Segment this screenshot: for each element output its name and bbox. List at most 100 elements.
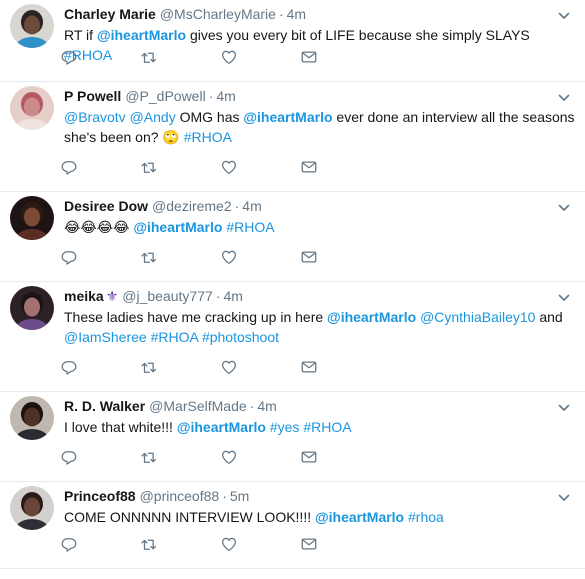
reply-icon: [60, 358, 78, 376]
like-icon: [220, 48, 238, 66]
timestamp[interactable]: 5m: [230, 487, 249, 505]
tweet[interactable]: Princeof88 @princeof88 · 5m COME ONNNNN INTE…: [0, 482, 585, 569]
dm-button[interactable]: [300, 247, 380, 267]
chevron-down-icon[interactable]: [558, 90, 570, 101]
reply-button[interactable]: [60, 447, 140, 467]
retweet-button[interactable]: [140, 447, 220, 467]
tweet[interactable]: Desiree Dow @dezireme2 · 4m 😂😂😂😂 @iheartMarl…: [0, 192, 585, 282]
user-handle[interactable]: @princeof88: [140, 487, 220, 505]
retweet-button[interactable]: [140, 157, 220, 177]
retweet-button[interactable]: [140, 47, 220, 67]
user-handle[interactable]: @P_dPowell: [125, 87, 205, 105]
like-icon: [220, 158, 238, 176]
mention-link[interactable]: @iheartMarlo: [133, 219, 222, 235]
timestamp[interactable]: 4m: [216, 87, 235, 105]
mention-link[interactable]: @Andy: [130, 109, 176, 125]
hashtag-link[interactable]: #RHOA: [184, 129, 232, 145]
tweet-text: 😂😂😂😂 @iheartMarlo #RHOA: [64, 217, 575, 237]
dm-icon: [300, 48, 318, 66]
avatar[interactable]: [10, 86, 54, 130]
retweet-button[interactable]: [140, 534, 220, 554]
chevron-down-icon[interactable]: [558, 490, 570, 501]
mention-link[interactable]: @iheartMarlo: [315, 509, 404, 525]
tweet-header: R. D. Walker @MarSelfMade · 4m: [64, 397, 575, 415]
hashtag-link[interactable]: #yes: [270, 419, 300, 435]
mention-link[interactable]: @iheartMarlo: [177, 419, 266, 435]
chevron-down-icon[interactable]: [558, 400, 570, 411]
mention-link[interactable]: @iheartMarlo: [327, 309, 416, 325]
tweet[interactable]: P Powell @P_dPowell · 4m @Bravotv @Andy OMG …: [0, 82, 585, 192]
reply-button[interactable]: [60, 157, 140, 177]
timestamp[interactable]: 4m: [287, 5, 306, 23]
tweet-header: Desiree Dow @dezireme2 · 4m: [64, 197, 575, 215]
display-name[interactable]: P Powell: [64, 87, 121, 105]
avatar[interactable]: [10, 286, 54, 330]
tweet-actions: [60, 149, 380, 185]
user-handle[interactable]: @MarSelfMade: [149, 397, 246, 415]
separator-dot: ·: [222, 488, 227, 504]
dm-icon: [300, 158, 318, 176]
timestamp[interactable]: 4m: [257, 397, 276, 415]
avatar[interactable]: [10, 4, 54, 48]
hashtag-link[interactable]: #RHOA: [151, 329, 198, 345]
display-name[interactable]: Desiree Dow: [64, 197, 148, 215]
retweet-button[interactable]: [140, 357, 220, 377]
dm-button[interactable]: [300, 157, 380, 177]
dm-icon: [300, 535, 318, 553]
mention-link[interactable]: @CynthiaBailey10: [420, 309, 535, 325]
hashtag-link[interactable]: #RHOA: [226, 219, 274, 235]
retweet-icon: [140, 158, 158, 176]
chevron-down-icon[interactable]: [558, 290, 570, 301]
dm-button[interactable]: [300, 534, 380, 554]
dm-button[interactable]: [300, 47, 380, 67]
like-button[interactable]: [220, 247, 300, 267]
chevron-down-icon[interactable]: [558, 200, 570, 211]
retweet-icon: [140, 535, 158, 553]
hashtag-link[interactable]: #RHOA: [303, 419, 351, 435]
tweet[interactable]: meika ⚜ @j_beauty777 · 4m These ladies have m…: [0, 282, 585, 392]
tweet-actions: [60, 526, 380, 562]
reply-button[interactable]: [60, 247, 140, 267]
like-button[interactable]: [220, 357, 300, 377]
timestamp[interactable]: 4m: [242, 197, 261, 215]
reply-button[interactable]: [60, 47, 140, 67]
user-handle[interactable]: @MsCharleyMarie: [160, 5, 276, 23]
mention-link[interactable]: @iheartMarlo: [243, 109, 332, 125]
dm-button[interactable]: [300, 357, 380, 377]
retweet-icon: [140, 248, 158, 266]
retweet-icon: [140, 448, 158, 466]
mention-link[interactable]: @IamSheree: [64, 329, 147, 345]
dm-button[interactable]: [300, 447, 380, 467]
avatar[interactable]: [10, 396, 54, 440]
display-name[interactable]: R. D. Walker: [64, 397, 145, 415]
like-button[interactable]: [220, 447, 300, 467]
hashtag-link[interactable]: #photoshoot: [202, 329, 279, 345]
like-icon: [220, 358, 238, 376]
like-button[interactable]: [220, 157, 300, 177]
hashtag-link[interactable]: #rhoa: [408, 509, 444, 525]
display-name[interactable]: Princeof88: [64, 487, 136, 505]
display-name[interactable]: meika: [64, 287, 104, 305]
timeline-feed: Charley Marie @MsCharleyMarie · 4m RT if @ih…: [0, 0, 585, 579]
timestamp[interactable]: 4m: [223, 287, 242, 305]
reply-button[interactable]: [60, 357, 140, 377]
avatar[interactable]: [10, 486, 54, 530]
separator-dot: ·: [208, 88, 214, 104]
like-button[interactable]: [220, 47, 300, 67]
tweet-actions: [60, 239, 380, 275]
mention-link[interactable]: @Bravotv: [64, 109, 126, 125]
tweet-actions: [60, 349, 380, 385]
retweet-button[interactable]: [140, 247, 220, 267]
user-handle[interactable]: @j_beauty777: [122, 287, 213, 305]
tweet-text: I love that white!!! @iheartMarlo #yes #…: [64, 417, 575, 437]
tweet[interactable]: R. D. Walker @MarSelfMade · 4m I love that w…: [0, 392, 585, 482]
reply-button[interactable]: [60, 534, 140, 554]
like-button[interactable]: [220, 534, 300, 554]
chevron-down-icon[interactable]: [558, 8, 570, 19]
retweet-icon: [140, 358, 158, 376]
user-handle[interactable]: @dezireme2: [152, 197, 232, 215]
display-name[interactable]: Charley Marie: [64, 5, 156, 23]
tweet-header: P Powell @P_dPowell · 4m: [64, 87, 575, 105]
avatar[interactable]: [10, 196, 54, 240]
tweet[interactable]: Charley Marie @MsCharleyMarie · 4m RT if @ih…: [0, 0, 585, 82]
